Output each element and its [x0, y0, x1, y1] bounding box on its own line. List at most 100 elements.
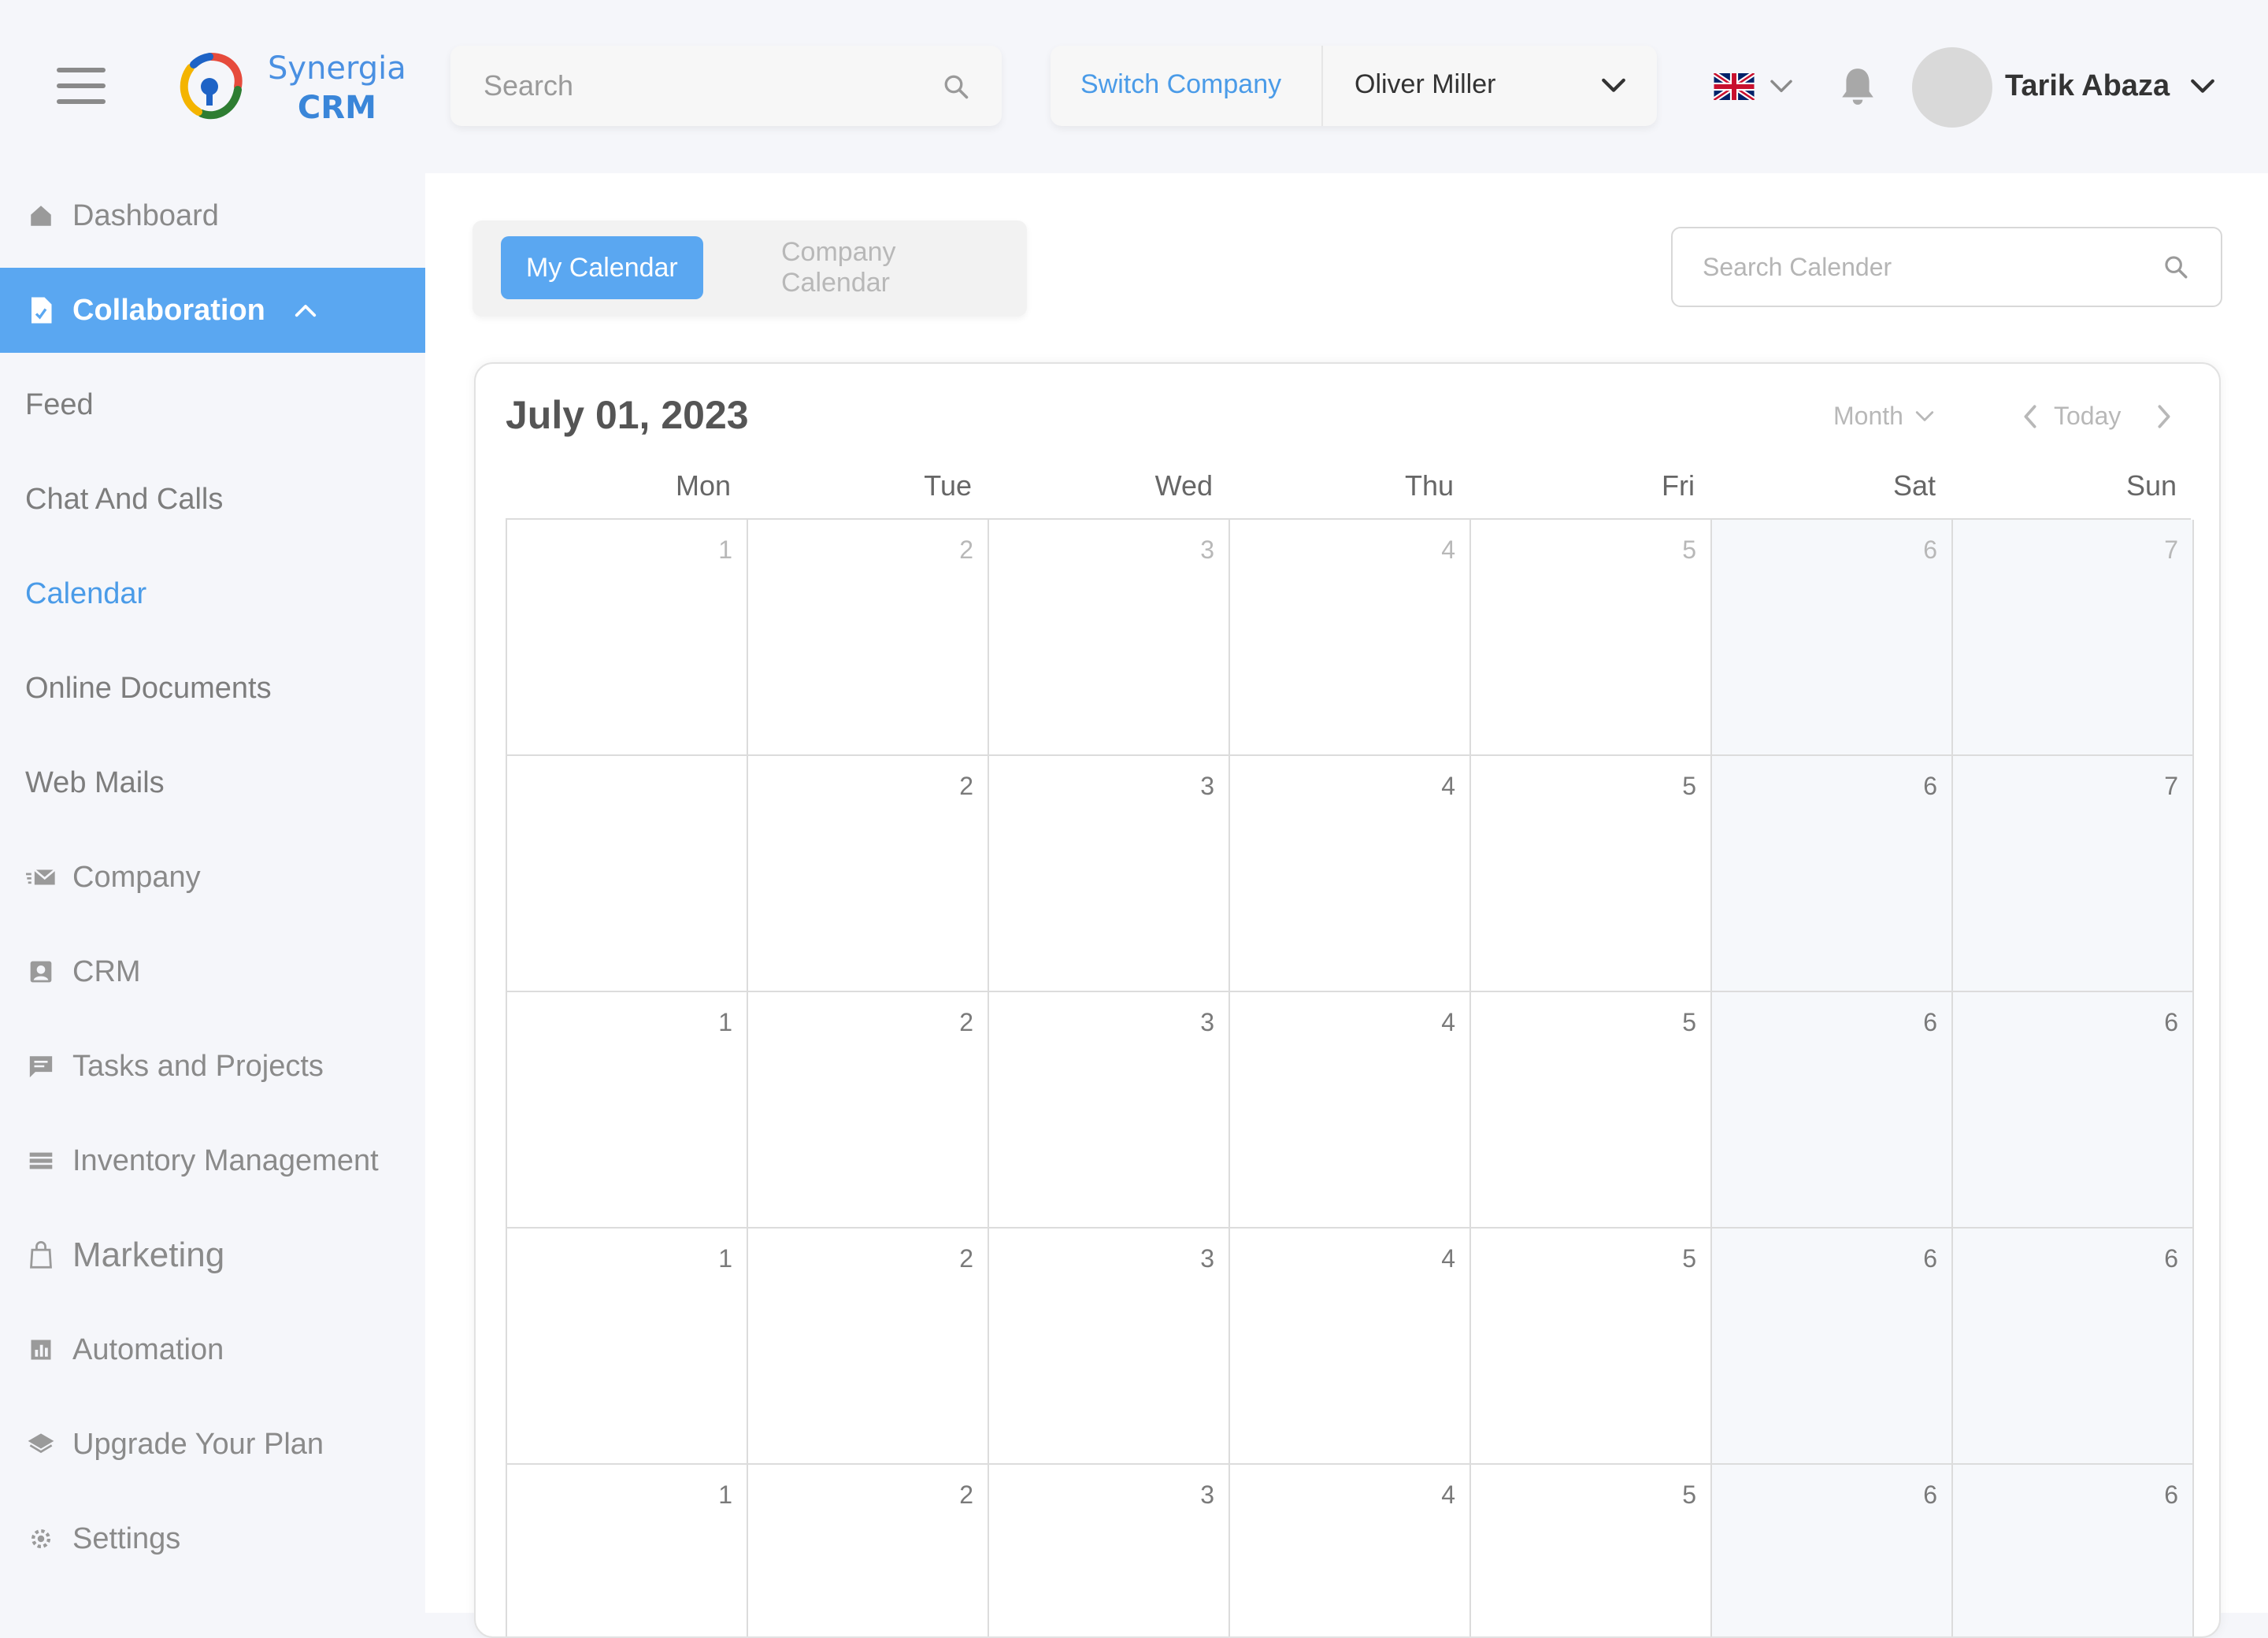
calendar-day-cell[interactable]: 6: [1712, 756, 1953, 992]
calendar-day-cell[interactable]: 6: [1712, 520, 1953, 756]
brand-sub: CRM: [297, 90, 376, 126]
calendar-day-cell[interactable]: 7: [1953, 520, 2194, 756]
search-icon[interactable]: [942, 72, 970, 101]
home-icon: [31, 206, 51, 226]
calendar-day-cell[interactable]: 2: [748, 992, 989, 1228]
sidebar-item-company[interactable]: Company: [0, 835, 425, 920]
sidebar-item-label: Chat And Calls: [25, 482, 224, 516]
calendar-day-cell[interactable]: 4: [1230, 756, 1471, 992]
day-number: 1: [718, 1480, 732, 1509]
calendar-search-input[interactable]: [1673, 228, 2145, 306]
sidebar-item-marketing[interactable]: Marketing: [0, 1213, 425, 1298]
weekday-header: Sun: [2125, 469, 2177, 502]
calendar-day-cell[interactable]: 6: [1953, 1465, 2194, 1636]
calendar-day-cell[interactable]: 1: [507, 1228, 748, 1465]
day-number: 4: [1441, 1480, 1455, 1509]
calendar-day-cell[interactable]: 4: [1230, 1465, 1471, 1636]
chevron-down-icon[interactable]: [1600, 74, 1627, 98]
search-icon[interactable]: [2162, 254, 2189, 280]
calendar-day-cell[interactable]: 5: [1471, 1228, 1712, 1465]
calendar-day-cell[interactable]: 6: [1712, 1465, 1953, 1636]
calendar-day-cell[interactable]: 2: [748, 1228, 989, 1465]
calendar-day-cell[interactable]: 3: [989, 992, 1230, 1228]
tab-company-calendar[interactable]: Company Calendar: [756, 236, 1027, 299]
calendar-day-cell[interactable]: 1: [507, 756, 2117, 992]
day-number: 3: [1200, 536, 1214, 564]
view-selector[interactable]: Month: [1833, 402, 1935, 431]
sidebar-item-upgrade-your-plan[interactable]: Upgrade Your Plan: [0, 1402, 425, 1487]
calendar-day-cell[interactable]: 6: [1712, 1228, 1953, 1465]
sidebar-item-label: Tasks and Projects: [72, 1049, 324, 1083]
language-selector[interactable]: [1714, 71, 1800, 102]
sidebar-item-label: Settings: [72, 1521, 181, 1555]
sidebar-item-inventory-management[interactable]: Inventory Management: [0, 1118, 425, 1203]
sidebar-item-calendar[interactable]: Calendar: [0, 551, 425, 636]
day-number: 2: [959, 1008, 973, 1036]
calendar-day-cell[interactable]: 2: [748, 1465, 989, 1636]
calendar-day-cell[interactable]: 5: [1471, 520, 1712, 756]
day-number: 7: [2164, 772, 2178, 800]
calendar-day-cell[interactable]: 7: [1953, 756, 2194, 992]
sidebar-item-dashboard[interactable]: Dashboard: [0, 173, 425, 258]
sidebar-item-web-mails[interactable]: Web Mails: [0, 740, 425, 825]
logo[interactable]: Synergia CRM: [175, 47, 406, 126]
day-number: 2: [959, 772, 973, 800]
user-name[interactable]: Tarik Abaza: [2005, 69, 2170, 103]
chart-icon: [31, 1340, 51, 1360]
calendar-day-cell[interactable]: 3: [989, 1228, 1230, 1465]
calendar-day-cell[interactable]: 1: [507, 520, 748, 756]
calendar-day-cell[interactable]: 4: [1230, 520, 1471, 756]
sidebar-item-label: Calendar: [25, 576, 147, 610]
switch-company-label[interactable]: Switch Company: [1080, 69, 1281, 100]
sidebar-item-crm[interactable]: CRM: [0, 929, 425, 1014]
day-number: 6: [2164, 1244, 2178, 1273]
calendar-day-cell[interactable]: 4: [1230, 1228, 1471, 1465]
today-button[interactable]: Today: [2054, 402, 2121, 431]
day-number: 3: [1200, 1008, 1214, 1036]
bell-icon[interactable]: [1838, 65, 1877, 109]
menu-icon[interactable]: [57, 68, 106, 104]
weekday-header: Wed: [1154, 469, 1213, 502]
company-switcher[interactable]: Switch Company Oliver Miller: [1051, 46, 1657, 126]
sidebar-item-automation[interactable]: Automation: [0, 1307, 425, 1392]
weekday-header: Sat: [1892, 469, 1936, 502]
sidebar-item-settings[interactable]: Settings: [0, 1496, 425, 1581]
chevron-down-icon[interactable]: [2189, 76, 2216, 98]
sidebar-item-tasks-and-projects[interactable]: Tasks and Projects: [0, 1024, 425, 1109]
calendar-day-cell[interactable]: 5: [1471, 992, 1712, 1228]
sidebar-item-chat-and-calls[interactable]: Chat And Calls: [0, 457, 425, 542]
sidebar-item-collaboration[interactable]: Collaboration: [0, 268, 425, 353]
calendar-day-cell[interactable]: 2: [748, 756, 989, 992]
day-number: 6: [1923, 1480, 1937, 1509]
uk-flag-icon: [1714, 73, 1755, 100]
calendar-day-cell[interactable]: 6: [1712, 992, 1953, 1228]
contact-icon: [30, 961, 52, 983]
calendar-day-cell[interactable]: 2: [748, 520, 989, 756]
calendar-day-cell[interactable]: 4: [1230, 992, 1471, 1228]
calendar-day-cell[interactable]: 6: [1953, 992, 2194, 1228]
sidebar-item-label: Web Mails: [25, 765, 165, 799]
brand-name: Synergia: [268, 50, 406, 87]
calendar-day-cell[interactable]: 5: [1471, 756, 1712, 992]
sidebar-item-feed[interactable]: Feed: [0, 362, 425, 447]
sidebar-item-online-documents[interactable]: Online Documents: [0, 646, 425, 731]
calendar-day-cell[interactable]: 1: [507, 1465, 748, 1636]
search-input[interactable]: [450, 46, 923, 126]
selected-company[interactable]: Oliver Miller: [1354, 69, 1495, 100]
calendar-day-cell[interactable]: 3: [989, 1465, 1230, 1636]
avatar[interactable]: [1912, 47, 1992, 128]
sidebar-item-label: Dashboard: [72, 198, 219, 232]
day-number: 5: [1682, 536, 1696, 564]
calendar-day-cell[interactable]: 3: [989, 520, 1230, 756]
tab-my-calendar[interactable]: My Calendar: [501, 236, 703, 299]
chevron-up-icon: [295, 305, 317, 317]
calendar-day-cell[interactable]: 6: [1953, 1228, 2194, 1465]
calendar-day-cell[interactable]: 3: [989, 756, 1230, 992]
calendar-day-cell[interactable]: 5: [1471, 1465, 1712, 1636]
sidebar-item-label: Upgrade Your Plan: [72, 1427, 324, 1461]
chevron-left-icon[interactable]: [2019, 403, 2041, 430]
divider: [1321, 46, 1323, 126]
day-number: 5: [1682, 772, 1696, 800]
calendar-day-cell[interactable]: 1: [507, 992, 748, 1228]
chevron-right-icon[interactable]: [2153, 403, 2175, 430]
